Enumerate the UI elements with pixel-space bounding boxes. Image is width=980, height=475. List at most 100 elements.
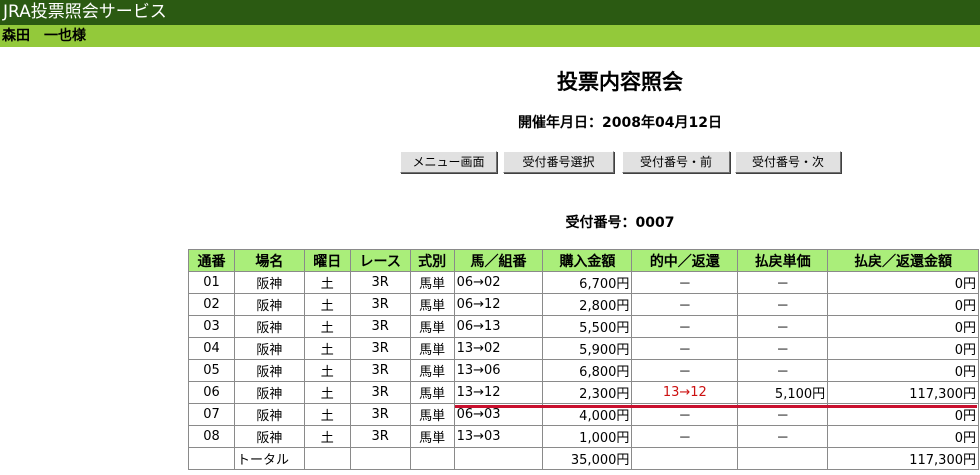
user-bar: 森田 一也様: [0, 25, 980, 47]
cell-seq: 01: [188, 271, 235, 294]
user-name: 森田 一也様: [2, 28, 86, 44]
cell-day: 土: [303, 381, 351, 404]
cell-seq: 03: [188, 315, 235, 338]
date-line: 開催年月日：2008年04月12日: [0, 112, 980, 132]
select-receipt-button[interactable]: 受付番号選択: [503, 151, 614, 173]
cell-race: 3R: [349, 403, 411, 426]
cell-empty: [409, 447, 455, 470]
cell-day: 土: [303, 337, 351, 360]
cell-venue: 阪神: [233, 381, 305, 404]
cell-payout: 0円: [827, 293, 979, 316]
cell-seq: 07: [188, 403, 235, 426]
ticket-table: 通番 場名 曜日 レース 式別 馬／組番 購入金額 的中／返還 払戻単価 払戻／…: [188, 249, 979, 470]
cell-race: 3R: [349, 359, 411, 382]
date-value: 2008年04月12日: [602, 115, 722, 131]
cell-race: 3R: [349, 315, 411, 338]
cell-empty: [631, 447, 739, 470]
table-row: 05 阪神 土 3R 馬単 13→06 6,800円 － － 0円: [188, 359, 979, 382]
cell-combo: 13→02: [453, 337, 544, 360]
cell-combo: 13→03: [453, 425, 544, 448]
cell-bet-type: 馬単: [409, 359, 455, 382]
cell-day: 土: [303, 403, 351, 426]
cell-hit: －: [631, 271, 739, 294]
cell-day: 土: [303, 271, 351, 294]
next-receipt-button[interactable]: 受付番号・次: [735, 151, 841, 173]
cell-empty: [453, 447, 544, 470]
cell-seq: 02: [188, 293, 235, 316]
cell-hit: －: [631, 337, 739, 360]
receipt-value: 0007: [635, 215, 675, 231]
cell-empty: [737, 447, 829, 470]
cell-hit: 13→12: [631, 381, 739, 404]
cell-combo: 13→12: [453, 381, 544, 404]
table-total-row: トータル 35,000円 117,300円: [188, 447, 979, 470]
table-row-winning: 06 阪神 土 3R 馬単 13→12 2,300円 13→12 5,100円 …: [188, 381, 979, 404]
cell-payout: 0円: [827, 425, 979, 448]
app-title: JRA投票照会サービス: [3, 2, 167, 22]
cell-venue: 阪神: [233, 315, 305, 338]
cell-seq: 06: [188, 381, 235, 404]
cell-bet-type: 馬単: [409, 337, 455, 360]
cell-unit-payout: －: [737, 271, 829, 294]
cell-seq: 05: [188, 359, 235, 382]
cell-seq: 04: [188, 337, 235, 360]
table-row: 03 阪神 土 3R 馬単 06→13 5,500円 － － 0円: [188, 315, 979, 338]
cell-payout: 0円: [827, 315, 979, 338]
prev-receipt-button[interactable]: 受付番号・前: [622, 151, 730, 173]
cell-empty: [303, 447, 351, 470]
header-payout-amount: 払戻／返還金額: [827, 249, 979, 272]
cell-bet-type: 馬単: [409, 425, 455, 448]
cell-unit-payout: －: [737, 359, 829, 382]
cell-payout: 0円: [827, 337, 979, 360]
cell-race: 3R: [349, 271, 411, 294]
menu-button[interactable]: メニュー画面: [400, 151, 497, 173]
cell-payout: 0円: [827, 359, 979, 382]
cell-hit: －: [631, 315, 739, 338]
cell-hit: －: [631, 293, 739, 316]
cell-amount: 2,300円: [542, 381, 633, 404]
cell-day: 土: [303, 293, 351, 316]
cell-day: 土: [303, 425, 351, 448]
total-amount: 35,000円: [542, 447, 633, 470]
table-row: 02 阪神 土 3R 馬単 06→12 2,800円 － － 0円: [188, 293, 979, 316]
table-header-row: 通番 場名 曜日 レース 式別 馬／組番 購入金額 的中／返還 払戻単価 払戻／…: [188, 249, 979, 272]
cell-amount: 6,700円: [542, 271, 633, 294]
cell-hit: －: [631, 359, 739, 382]
cell-empty: [349, 447, 411, 470]
header-hit-refund: 的中／返還: [631, 249, 739, 272]
table-row: 08 阪神 土 3R 馬単 13→03 1,000円 － － 0円: [188, 425, 979, 448]
header-venue: 場名: [233, 249, 305, 272]
cell-amount: 6,800円: [542, 359, 633, 382]
header-bet-type: 式別: [409, 249, 455, 272]
cell-day: 土: [303, 315, 351, 338]
header-amount: 購入金額: [542, 249, 633, 272]
winning-underline: [455, 405, 977, 408]
cell-race: 3R: [349, 293, 411, 316]
cell-venue: 阪神: [233, 337, 305, 360]
header-seq: 通番: [188, 249, 235, 272]
cell-amount: 5,500円: [542, 315, 633, 338]
cell-combo: 13→06: [453, 359, 544, 382]
cell-race: 3R: [349, 425, 411, 448]
cell-unit-payout: －: [737, 337, 829, 360]
receipt-line: 受付番号：0007: [0, 212, 980, 232]
cell-bet-type: 馬単: [409, 293, 455, 316]
date-label: 開催年月日：: [518, 115, 603, 131]
cell-payout: 117,300円: [827, 381, 979, 404]
total-payout: 117,300円: [827, 447, 979, 470]
cell-day: 土: [303, 359, 351, 382]
cell-venue: 阪神: [233, 293, 305, 316]
cell-venue: 阪神: [233, 271, 305, 294]
cell-seq: 08: [188, 425, 235, 448]
cell-bet-type: 馬単: [409, 315, 455, 338]
cell-unit-payout: 5,100円: [737, 381, 829, 404]
table-row: 04 阪神 土 3R 馬単 13→02 5,900円 － － 0円: [188, 337, 979, 360]
cell-combo: 06→12: [453, 293, 544, 316]
app-title-bar: JRA投票照会サービス: [0, 0, 980, 25]
cell-amount: 5,900円: [542, 337, 633, 360]
cell-amount: 1,000円: [542, 425, 633, 448]
header-combo: 馬／組番: [453, 249, 544, 272]
cell-combo: 06→13: [453, 315, 544, 338]
cell-hit: －: [631, 425, 739, 448]
cell-bet-type: 馬単: [409, 403, 455, 426]
